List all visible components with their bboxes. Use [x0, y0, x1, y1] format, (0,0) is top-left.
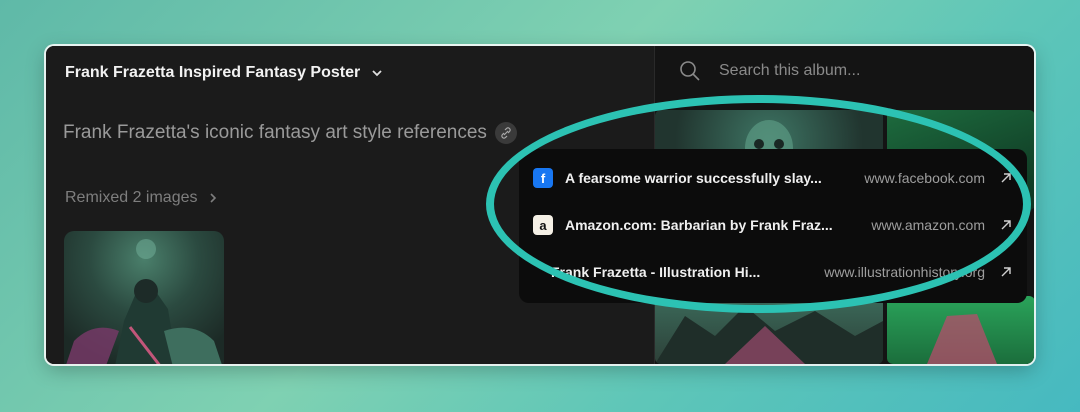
source-row-illustrationhistory[interactable]: Frank Frazetta - Illustration Hi... www.…: [533, 257, 1013, 287]
source-title: A fearsome warrior successfully slay...: [565, 170, 822, 186]
source-domain: www.facebook.com: [864, 170, 985, 186]
album-image-3[interactable]: [655, 296, 883, 364]
chevron-right-icon: [209, 193, 216, 203]
source-row-facebook[interactable]: f A fearsome warrior successfully slay..…: [533, 163, 1013, 193]
facebook-icon: f: [533, 168, 553, 188]
album-title-text: Frank Frazetta Inspired Fantasy Poster: [65, 64, 361, 81]
chevron-down-icon[interactable]: [370, 66, 384, 80]
search-icon: [680, 61, 700, 81]
remixed-images-link[interactable]: Remixed 2 images: [65, 189, 218, 207]
sources-dropdown: f A fearsome warrior successfully slay..…: [519, 149, 1027, 303]
album-image-4[interactable]: [887, 296, 1034, 364]
source-title: Amazon.com: Barbarian by Frank Fraz...: [565, 217, 833, 233]
album-description: Frank Frazetta's iconic fantasy art styl…: [63, 122, 517, 144]
remixed-image-thumbnail[interactable]: [64, 231, 224, 364]
figure-artwork-image: [927, 314, 997, 364]
source-title: Frank Frazetta - Illustration Hi...: [551, 264, 761, 280]
source-row-amazon[interactable]: a Amazon.com: Barbarian by Frank Fraz...…: [533, 210, 1013, 240]
album-search[interactable]: Search this album...: [679, 60, 860, 82]
external-link-icon[interactable]: [999, 265, 1013, 279]
album-description-text: Frank Frazetta's iconic fantasy art styl…: [63, 122, 487, 143]
album-window: Frank Frazetta Inspired Fantasy Poster F…: [46, 46, 1034, 364]
battle-artwork-image: [655, 306, 883, 364]
search-input[interactable]: Search this album...: [719, 62, 860, 80]
source-domain: www.amazon.com: [871, 217, 985, 233]
external-link-icon[interactable]: [999, 218, 1013, 232]
source-domain: www.illustrationhistory.org: [824, 264, 985, 280]
amazon-icon: a: [533, 215, 553, 235]
album-title[interactable]: Frank Frazetta Inspired Fantasy Poster: [65, 64, 384, 82]
warrior-artwork-image: [66, 239, 222, 364]
link-icon[interactable]: [494, 122, 517, 144]
external-link-icon[interactable]: [999, 171, 1013, 185]
remixed-label: Remixed 2 images: [65, 189, 198, 206]
